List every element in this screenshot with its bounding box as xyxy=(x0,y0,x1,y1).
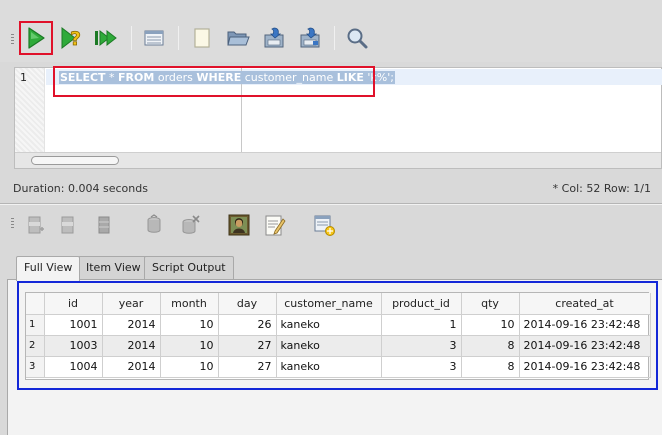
editor-horizontal-scrollbar[interactable] xyxy=(15,152,661,168)
tab-item-view[interactable]: Item View xyxy=(78,256,149,280)
save-icon xyxy=(264,27,284,48)
svg-text:?: ? xyxy=(70,28,81,50)
execute-button-highlight xyxy=(19,21,53,55)
execute-script-icon xyxy=(95,29,117,47)
database-commit-icon xyxy=(147,214,161,233)
delete-row-icon xyxy=(61,216,74,234)
scrollbar-thumb[interactable] xyxy=(31,156,119,165)
picture-icon xyxy=(228,214,250,236)
rollback-button[interactable] xyxy=(177,212,203,238)
save-button[interactable] xyxy=(260,24,288,52)
table-export-icon xyxy=(314,215,335,236)
explain-plan-button[interactable]: ? xyxy=(57,24,85,52)
save-as-button[interactable] xyxy=(296,24,324,52)
commit-button[interactable] xyxy=(141,212,167,238)
tab-script-output[interactable]: Script Output xyxy=(144,256,234,280)
sql-highlight xyxy=(53,66,375,97)
splitter[interactable] xyxy=(0,203,662,205)
results-highlight xyxy=(17,281,658,390)
result-toolbar-grip[interactable] xyxy=(11,218,14,230)
export-results-button[interactable] xyxy=(312,212,338,238)
execute-script-button[interactable] xyxy=(93,24,121,52)
find-button[interactable] xyxy=(343,24,371,52)
open-file-icon xyxy=(227,31,250,46)
query-builder-icon xyxy=(144,30,164,46)
toolbar-separator xyxy=(334,26,335,50)
duplicate-row-button[interactable] xyxy=(91,212,117,238)
open-file-button[interactable] xyxy=(224,24,252,52)
delete-row-button[interactable] xyxy=(55,212,81,238)
insert-row-icon xyxy=(28,216,44,234)
duplicate-row-icon xyxy=(98,216,110,234)
insert-row-button[interactable] xyxy=(22,212,48,238)
query-builder-button[interactable] xyxy=(140,24,168,52)
toolbar-grip[interactable] xyxy=(11,34,14,46)
new-file-button[interactable] xyxy=(188,24,216,52)
view-image-button[interactable] xyxy=(226,212,252,238)
main-toolbar: ? xyxy=(0,0,662,62)
edit-document-icon xyxy=(265,215,286,236)
save-as-icon xyxy=(300,27,320,48)
toolbar-separator xyxy=(131,26,132,50)
line-number: 1 xyxy=(20,71,27,84)
explain-icon: ? xyxy=(61,26,81,50)
duration-label: Duration: 0.004 seconds xyxy=(13,182,148,195)
cursor-position-label: * Col: 52 Row: 1/1 xyxy=(552,182,651,195)
edit-text-button[interactable] xyxy=(262,212,288,238)
database-rollback-icon xyxy=(182,215,200,234)
new-file-icon xyxy=(194,28,210,48)
line-gutter: 1 xyxy=(15,68,45,152)
tab-full-view[interactable]: Full View xyxy=(16,256,81,281)
find-icon xyxy=(347,28,368,49)
toolbar-separator xyxy=(178,26,179,50)
